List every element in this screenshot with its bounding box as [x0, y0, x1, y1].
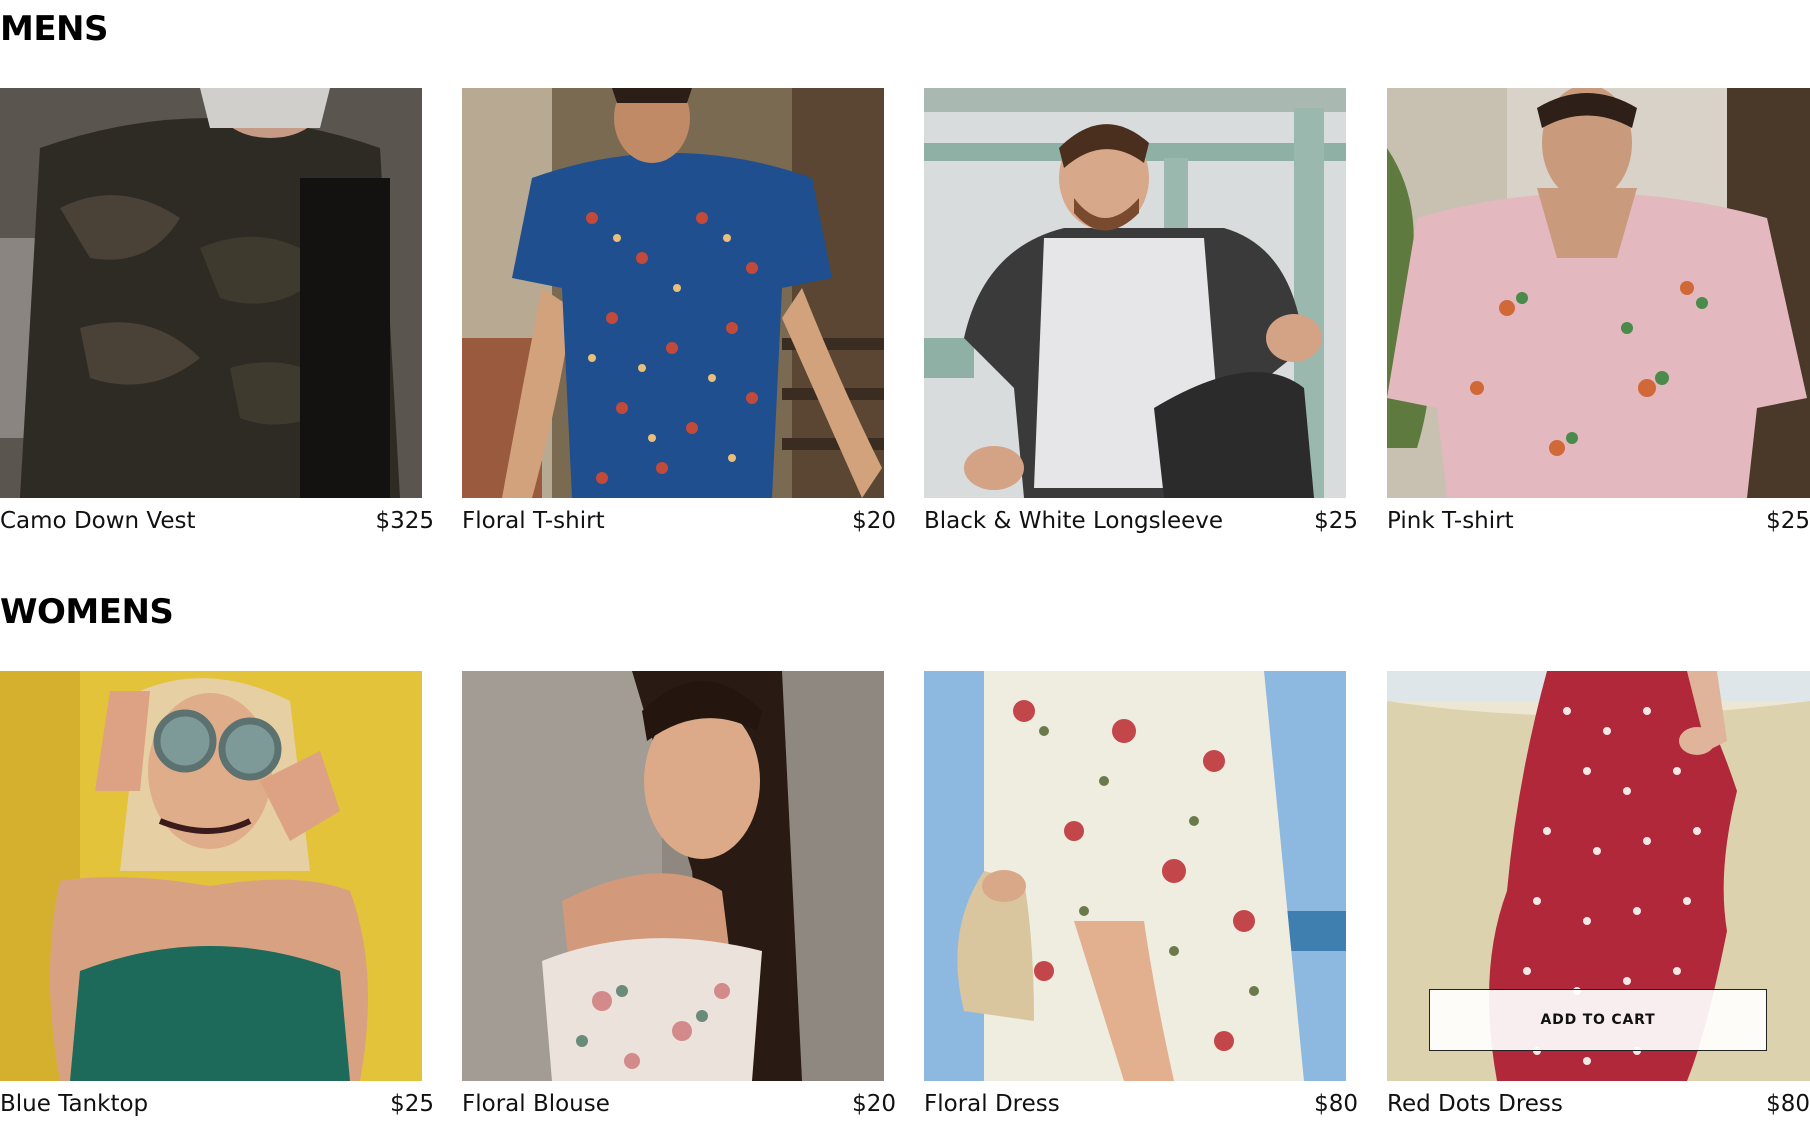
- product-card-pink-t-shirt[interactable]: Pink T-shirt $25: [1387, 88, 1810, 534]
- section-title-womens: WOMENS: [0, 592, 174, 632]
- product-card-blue-tanktop[interactable]: Blue Tanktop $25: [0, 671, 434, 1117]
- product-price: $25: [1314, 508, 1358, 534]
- product-image[interactable]: [0, 671, 422, 1081]
- product-price: $80: [1766, 1091, 1810, 1117]
- product-price: $80: [1314, 1091, 1358, 1117]
- product-name[interactable]: Floral T-shirt: [462, 508, 605, 534]
- product-name[interactable]: Red Dots Dress: [1387, 1091, 1563, 1117]
- product-image[interactable]: [462, 671, 884, 1081]
- product-card-camo-down-vest[interactable]: Camo Down Vest $325: [0, 88, 434, 534]
- product-price: $20: [852, 508, 896, 534]
- product-price: $25: [1766, 508, 1810, 534]
- section-title-mens: MENS: [0, 9, 109, 49]
- product-name[interactable]: Floral Blouse: [462, 1091, 610, 1117]
- product-name[interactable]: Blue Tanktop: [0, 1091, 148, 1117]
- product-image[interactable]: [1387, 88, 1810, 498]
- product-name[interactable]: Camo Down Vest: [0, 508, 196, 534]
- product-card-floral-t-shirt[interactable]: Floral T-shirt $20: [462, 88, 896, 534]
- product-price: $25: [390, 1091, 434, 1117]
- product-image[interactable]: [0, 88, 422, 498]
- product-image[interactable]: ADD TO CART: [1387, 671, 1810, 1081]
- product-name[interactable]: Pink T-shirt: [1387, 508, 1514, 534]
- product-name[interactable]: Floral Dress: [924, 1091, 1060, 1117]
- product-image[interactable]: [924, 88, 1346, 498]
- product-card-black-white-longsleeve[interactable]: Black & White Longsleeve $25: [924, 88, 1358, 534]
- product-name[interactable]: Black & White Longsleeve: [924, 508, 1223, 534]
- product-image[interactable]: [462, 88, 884, 498]
- product-price: $325: [375, 508, 434, 534]
- product-price: $20: [852, 1091, 896, 1117]
- product-image[interactable]: [924, 671, 1346, 1081]
- add-to-cart-button[interactable]: ADD TO CART: [1429, 989, 1767, 1051]
- shop-page: MENS Camo Down Vest $325 Floral T-shirt …: [0, 0, 1810, 1123]
- product-card-floral-dress[interactable]: Floral Dress $80: [924, 671, 1358, 1117]
- product-card-red-dots-dress[interactable]: ADD TO CART Red Dots Dress $80: [1387, 671, 1810, 1117]
- product-card-floral-blouse[interactable]: Floral Blouse $20: [462, 671, 896, 1117]
